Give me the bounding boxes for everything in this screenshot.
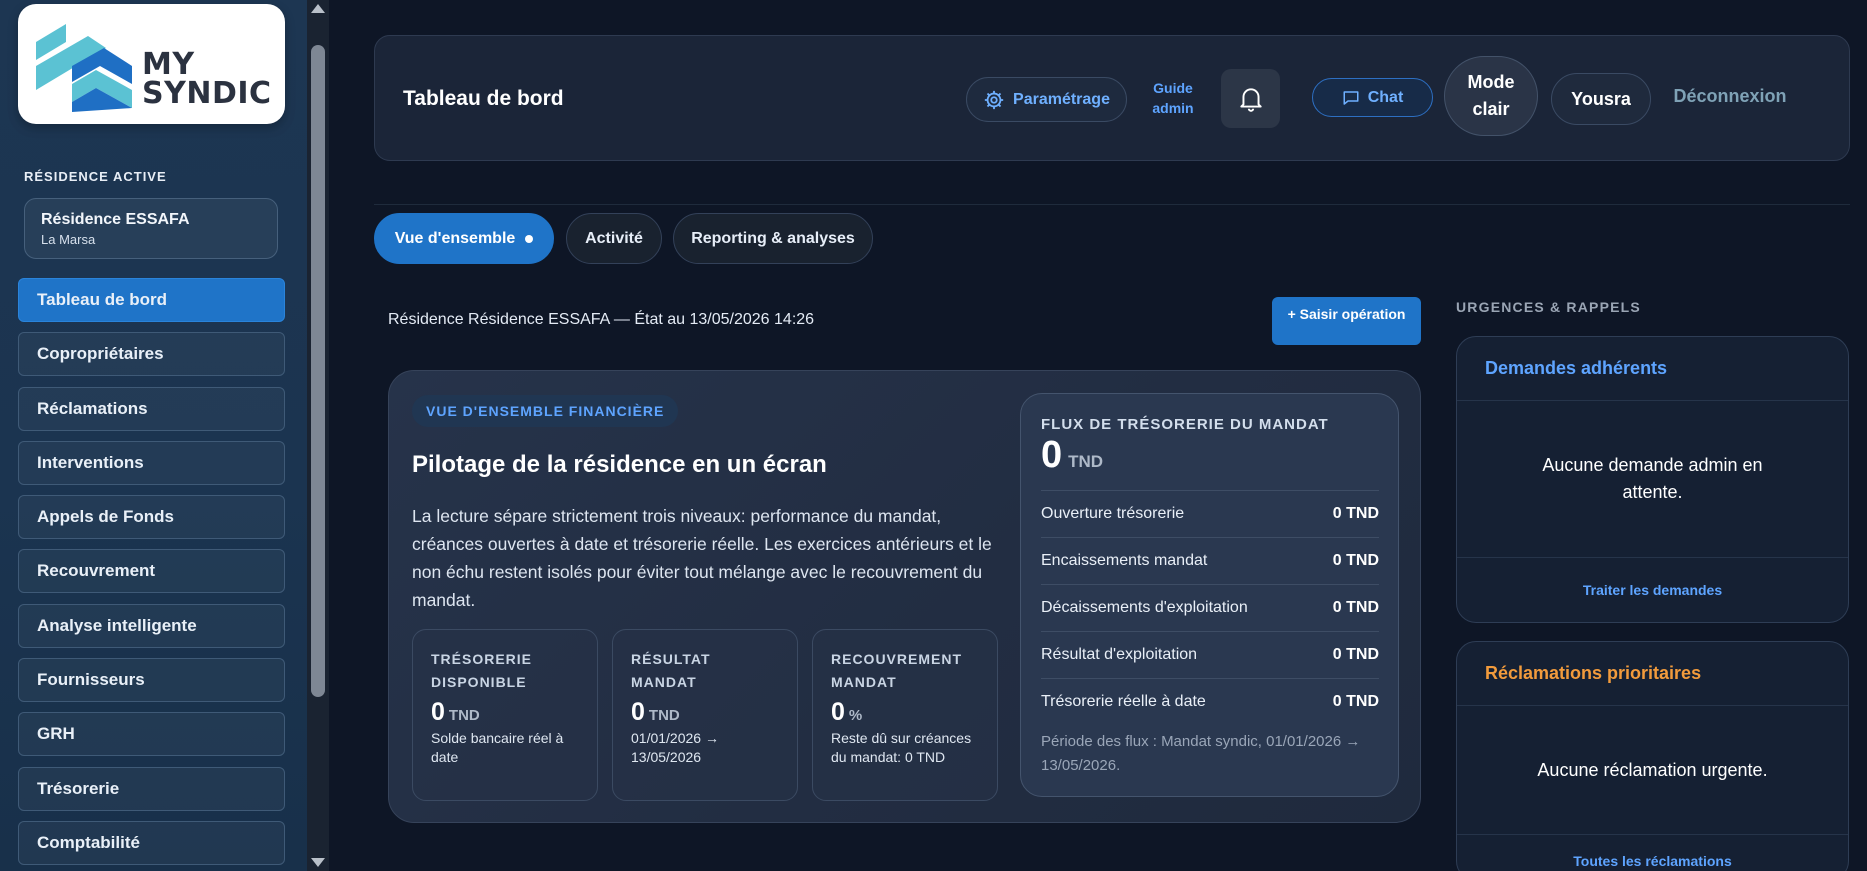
active-tab-dot (525, 234, 534, 243)
cash-flow-rows: Ouverture trésorerie 0 TND Encaissements … (1041, 490, 1379, 725)
status-line: Résidence Résidence ESSAFA — État au 13/… (388, 311, 815, 328)
active-residence-label: RÉSIDENCE ACTIVE (24, 169, 167, 184)
sidebar-item-grh[interactable]: GRH (18, 712, 285, 757)
sidebar-item-reclamations[interactable]: Réclamations (18, 386, 285, 431)
kpi-subtext: Solde bancaire réel à date (431, 730, 564, 765)
sidebar-item-analyse-intelligente[interactable]: Analyse intelligente (18, 603, 285, 648)
sidebar-item-recouvrement[interactable]: Recouvrement (18, 549, 285, 594)
gear-icon (984, 90, 1004, 109)
tab-vue-ensemble[interactable]: Vue d'ensemble (374, 213, 554, 264)
kpi-resultat-mandat: RÉSULTAT MANDAT 0 TND 01/01/2026 → 13/05/2… (612, 629, 798, 801)
residence-selector[interactable]: Résidence ESSAFA La Marsa (24, 198, 278, 259)
cash-flow-title: FLUX DE TRÉSORERIE DU MANDAT (1041, 416, 1329, 433)
sidebar: MY SYNDIC RÉSIDENCE ACTIVE Résidence ESS… (0, 0, 307, 871)
kpi-subtext: 01/01/2026 → 13/05/2026 (631, 730, 719, 765)
chat-label: Chat (1367, 88, 1404, 106)
cash-flow-panel: FLUX DE TRÉSORERIE DU MANDAT 0 TND Ouvert… (1020, 393, 1399, 797)
app-logo[interactable]: MY SYNDIC (18, 4, 285, 124)
sidebar-item-appels-de-fonds[interactable]: Appels de Fonds (18, 495, 285, 540)
reclamations-card-title: Réclamations prioritaires (1457, 642, 1848, 706)
chat-button[interactable]: Chat (1312, 78, 1433, 117)
cash-flow-period: Période des flux : Mandat syndic, 01/01/… (1041, 733, 1361, 774)
kpi-label: RÉSULTAT MANDAT (631, 651, 711, 690)
scroll-up-arrow-icon[interactable] (311, 4, 325, 13)
scroll-down-arrow-icon[interactable] (311, 858, 325, 867)
kpi-tresorerie-disponible: TRÉSORERIE DISPONIBLE 0 TND Solde bancaire… (412, 629, 598, 801)
urgences-section-label: URGENCES & RAPPELS (1456, 299, 1641, 315)
traiter-demandes-link[interactable]: Traiter les demandes (1457, 558, 1848, 622)
demandes-card-title: Demandes adhérents (1457, 337, 1848, 401)
sidebar-item-comptabilite[interactable]: Comptabilité (18, 820, 285, 865)
toutes-reclamations-link[interactable]: Toutes les réclamations (1457, 835, 1848, 871)
logout-button[interactable]: Déconnexion (1665, 86, 1795, 107)
parametrage-button[interactable]: Paramétrage (966, 77, 1127, 122)
header-divider (374, 204, 1850, 205)
saisir-operation-button[interactable]: + Saisir opération (1272, 297, 1421, 345)
financial-overview-title: Pilotage de la résidence en un écran (412, 451, 827, 478)
sidebar-item-tresorerie[interactable]: Trésorerie (18, 766, 285, 811)
cash-flow-row: Résultat d'exploitation 0 TND (1041, 631, 1379, 678)
financial-overview-badge: VUE D'ENSEMBLE FINANCIÈRE (412, 395, 679, 427)
sidebar-item-interventions[interactable]: Interventions (18, 440, 285, 485)
sidebar-nav: Tableau de bord Copropriétaires Réclamat… (18, 278, 285, 871)
kpi-label: RECOUVREMENT MANDAT (831, 651, 963, 690)
cash-flow-row: Ouverture trésorerie 0 TND (1041, 490, 1379, 537)
logo-text: MY SYNDIC (142, 47, 272, 111)
notifications-button[interactable] (1221, 69, 1280, 128)
cash-flow-row: Décaissements d'exploitation 0 TND (1041, 584, 1379, 631)
kpi-value: 0 TND (631, 698, 680, 726)
cash-flow-row: Encaissements mandat 0 TND (1041, 537, 1379, 584)
theme-toggle-button[interactable]: Mode clair (1444, 56, 1538, 136)
kpi-label: TRÉSORERIE DISPONIBLE (431, 651, 533, 690)
cash-flow-row: Trésorerie réelle à date 0 TND (1041, 678, 1379, 725)
chat-icon (1343, 90, 1359, 105)
sidebar-scrollbar[interactable] (307, 0, 329, 871)
demandes-empty-message: Aucune demande admin en attente. (1457, 401, 1848, 558)
cash-flow-total: 0 TND (1041, 434, 1104, 476)
tab-activite[interactable]: Activité (566, 213, 662, 264)
residence-name: Résidence ESSAFA (41, 211, 190, 228)
tab-reporting-analyses[interactable]: Reporting & analyses (673, 213, 873, 264)
kpi-value: 0 TND (431, 698, 480, 726)
sidebar-item-coproprietaires[interactable]: Copropriétaires (18, 332, 285, 377)
kpi-subtext: Reste dû sur créances du mandat: 0 TND (831, 730, 972, 765)
demandes-adherents-card: Demandes adhérents Aucune demande admin … (1456, 336, 1849, 623)
user-menu-button[interactable]: Yousra (1551, 73, 1651, 125)
sidebar-item-fournisseurs[interactable]: Fournisseurs (18, 658, 285, 703)
financial-overview-description: La lecture sépare strictement trois nive… (412, 506, 992, 610)
bell-icon (1239, 87, 1262, 112)
guide-admin-link[interactable]: Guide admin (1143, 78, 1203, 118)
financial-overview-card: VUE D'ENSEMBLE FINANCIÈRE Pilotage de la… (388, 370, 1421, 823)
kpi-recouvrement-mandat: RECOUVREMENT MANDAT 0% Reste dû sur créan… (812, 629, 998, 801)
logo-mark-icon (36, 24, 132, 112)
sidebar-item-tableau-de-bord[interactable]: Tableau de bord (18, 278, 285, 322)
residence-city: La Marsa (41, 232, 96, 247)
reclamations-empty-message: Aucune réclamation urgente. (1457, 706, 1848, 835)
reclamations-prioritaires-card: Réclamations prioritaires Aucune réclama… (1456, 641, 1849, 871)
page-title: Tableau de bord (403, 87, 564, 110)
parametrage-label: Paramétrage (1013, 90, 1110, 108)
scrollbar-thumb[interactable] (311, 45, 325, 697)
kpi-value: 0% (831, 698, 863, 726)
top-header: Tableau de bord Paramétrage Guide admin … (374, 35, 1850, 161)
